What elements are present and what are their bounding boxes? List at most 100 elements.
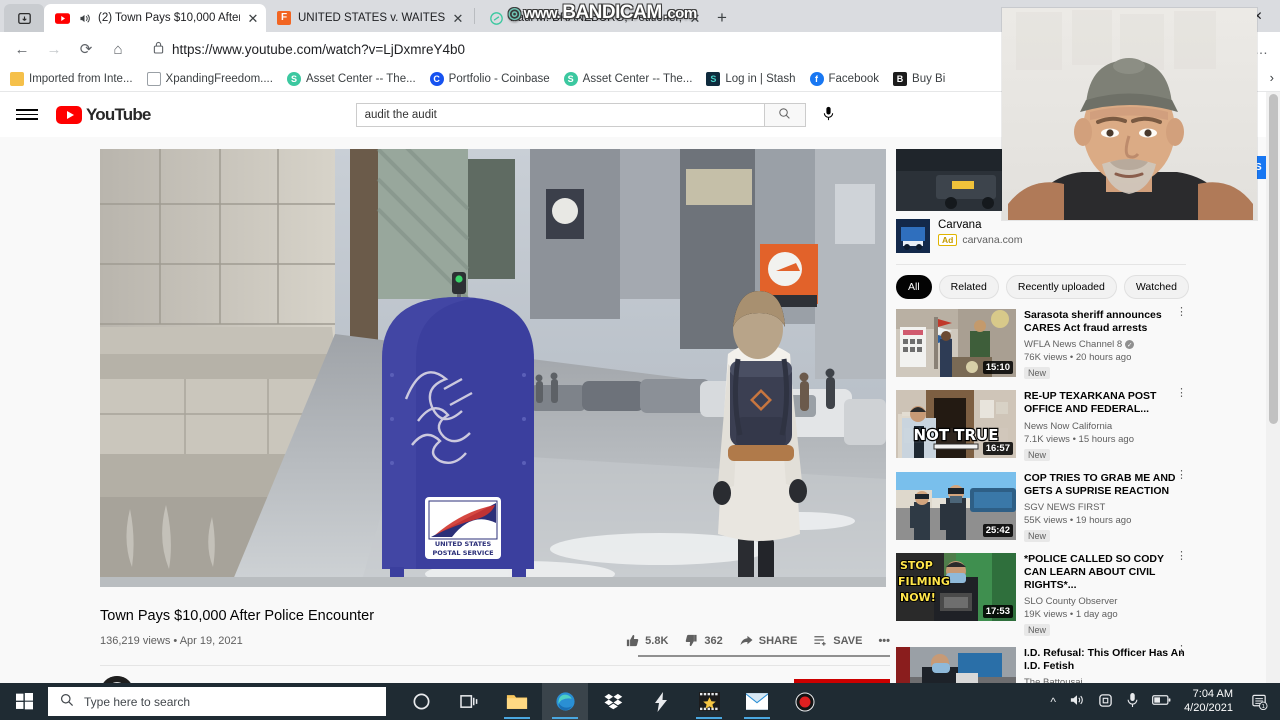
record-icon[interactable] [782, 683, 828, 720]
guide-menu-icon[interactable] [16, 109, 38, 120]
share-button[interactable]: SHARE [739, 633, 797, 648]
task-view-icon[interactable] [446, 683, 492, 720]
file-explorer-icon[interactable] [494, 683, 540, 720]
list-item[interactable]: NOT TRUE 16:57 RE-UP TEXARKANA POST OFFI… [896, 388, 1187, 462]
page-scrollbar[interactable] [1266, 92, 1280, 687]
tray-expand-icon[interactable]: ^ [1050, 695, 1056, 709]
video-menu-button[interactable]: ⋮ [1176, 469, 1187, 480]
bookmarks-overflow-button[interactable]: › [1270, 70, 1274, 85]
channel-name: SGV NEWS FIRST [1024, 501, 1106, 513]
bookmark-asset-center-2[interactable]: S Asset Center -- The... [563, 71, 692, 86]
home-button[interactable]: ⌂ [104, 35, 132, 63]
scrollbar-thumb[interactable] [1269, 94, 1278, 424]
bitcoin-icon: B [893, 71, 908, 86]
list-item[interactable]: 25:42 COP TRIES TO GRAB ME AND GETS A SU… [896, 469, 1187, 544]
shapeshift-icon: S [563, 71, 578, 86]
video-info: *POLICE CALLED SO CODY CAN LEARN ABOUT C… [1024, 553, 1186, 638]
search-input[interactable]: Type here to search [48, 687, 386, 716]
video-view-count: 136,219 views • Apr 19, 2021 [100, 635, 243, 647]
chip-watched[interactable]: Watched [1123, 275, 1189, 299]
video-thumbnail[interactable]: STOP FILMING NOW! 17:53 [896, 552, 1016, 621]
ad-info-row: Carvana Ad carvana.com [896, 219, 1186, 253]
bookmark-buy-bitcoin[interactable]: B Buy Bi [893, 71, 945, 86]
video-info: RE-UP TEXARKANA POST OFFICE AND FEDERAL.… [1024, 390, 1186, 462]
dislike-button[interactable]: 362 [684, 633, 723, 648]
search-input[interactable]: audit the audit [355, 102, 764, 127]
video-channel: News Now California [1024, 421, 1186, 432]
microphone-icon[interactable] [1126, 692, 1139, 711]
video-menu-button[interactable]: ⋮ [1176, 550, 1187, 561]
video-menu-button[interactable]: ⋮ [1176, 645, 1187, 656]
browser-tab-findlaw[interactable]: F UNITED STATES v. WAITES | Find ✕ [266, 4, 471, 32]
youtube-icon [54, 10, 70, 26]
movie-maker-icon[interactable] [686, 683, 732, 720]
battery-icon[interactable] [1152, 694, 1171, 709]
list-item[interactable]: I Need See Your ID Officer Wants The "I.… [896, 645, 1187, 687]
video-duration: 25:42 [982, 523, 1013, 537]
search-button[interactable] [763, 102, 806, 127]
bookmark-xpandingfreedom[interactable]: XpandingFreedom.... [146, 71, 273, 86]
bookmark-coinbase[interactable]: C Portfolio - Coinbase [429, 71, 550, 86]
bookmark-label: Portfolio - Coinbase [448, 72, 550, 85]
edge-browser-icon[interactable] [542, 683, 588, 720]
video-menu-button[interactable]: ⋮ [1176, 307, 1187, 318]
taskbar-icons [398, 683, 828, 720]
video-menu-button[interactable]: ⋮ [1176, 388, 1187, 399]
new-tab-button[interactable]: + [708, 4, 736, 32]
video-thumbnail[interactable]: 25:42 [896, 471, 1016, 540]
list-item[interactable]: STOP FILMING NOW! 17:53 *POLICE CALLED S… [896, 550, 1187, 638]
windows-taskbar: Type here to search ^ 7:04 AM 4/20/2021 … [0, 683, 1280, 720]
tab-close-button[interactable]: ✕ [246, 11, 260, 25]
cortana-icon[interactable] [398, 683, 444, 720]
like-button[interactable]: 5.8K [625, 633, 668, 648]
screen: (2) Town Pays $10,000 After ✕ F UNITED S… [0, 0, 1280, 720]
clock[interactable]: 7:04 AM 4/20/2021 [1184, 688, 1233, 716]
video-thumbnail[interactable]: NOT TRUE 16:57 [896, 390, 1016, 459]
tab-search-button[interactable] [4, 4, 44, 32]
onedrive-icon[interactable] [1098, 693, 1113, 711]
video-duration: 16:57 [982, 442, 1013, 456]
facebook-icon: f [809, 71, 824, 86]
dropbox-icon[interactable] [590, 683, 636, 720]
video-title: I.D. Refusal: This Officer Has An I.D. F… [1024, 647, 1185, 673]
tab-close-button[interactable]: ✕ [451, 11, 465, 25]
chip-related[interactable]: Related [938, 275, 999, 299]
findlaw-icon: F [276, 10, 292, 26]
stash-icon[interactable] [638, 683, 684, 720]
list-item[interactable]: 15:10 Sarasota sheriff announces CARES A… [896, 307, 1187, 381]
video-thumbnail[interactable]: 15:10 [896, 309, 1016, 377]
video-player[interactable]: UNITED STATES POSTAL SERVICE [100, 149, 886, 587]
microphone-icon[interactable] [822, 106, 835, 124]
save-button[interactable]: SAVE [813, 633, 862, 648]
video-channel: SLO County Observer [1024, 596, 1186, 607]
bookmark-stash[interactable]: S Log in | Stash [706, 71, 796, 86]
new-badge: New [1024, 367, 1051, 380]
search-area: audit the audit [355, 102, 835, 127]
bookmark-asset-center-1[interactable]: S Asset Center -- The... [286, 71, 416, 86]
back-button[interactable]: ← [8, 35, 36, 63]
bookmark-label: Log in | Stash [725, 72, 796, 85]
volume-icon[interactable] [1069, 693, 1085, 710]
audio-playing-icon[interactable] [76, 10, 92, 26]
notifications-icon[interactable]: 1 [1246, 683, 1272, 720]
bookmark-facebook[interactable]: f Facebook [809, 71, 879, 86]
mail-icon[interactable] [734, 683, 780, 720]
stash-icon: S [706, 71, 721, 86]
svg-text:POSTAL SERVICE: POSTAL SERVICE [432, 549, 493, 557]
bookmark-imported[interactable]: Imported from Inte... [10, 71, 133, 86]
chip-all[interactable]: All [896, 275, 932, 299]
thumbnail-image: I Need See Your ID Officer Wants The "I.… [896, 647, 1016, 687]
forward-button[interactable]: → [40, 35, 68, 63]
reload-button[interactable]: ⟳ [72, 35, 100, 63]
more-actions-button[interactable]: ••• [878, 635, 890, 647]
chip-recently-uploaded[interactable]: Recently uploaded [1005, 275, 1117, 299]
start-button[interactable] [0, 683, 48, 720]
youtube-play-icon [56, 105, 82, 124]
browser-tab-youtube[interactable]: (2) Town Pays $10,000 After ✕ [44, 4, 266, 32]
youtube-logo[interactable]: YouTube [56, 105, 151, 125]
video-thumbnail[interactable]: I Need See Your ID Officer Wants The "I.… [896, 647, 1016, 687]
video-stats: 19K views • 1 day ago [1024, 609, 1118, 621]
video-info: Sarasota sheriff announces CARES Act fra… [1024, 309, 1186, 381]
svg-text:NOW!: NOW! [900, 591, 936, 604]
watermark-prefix: www. [523, 4, 561, 22]
